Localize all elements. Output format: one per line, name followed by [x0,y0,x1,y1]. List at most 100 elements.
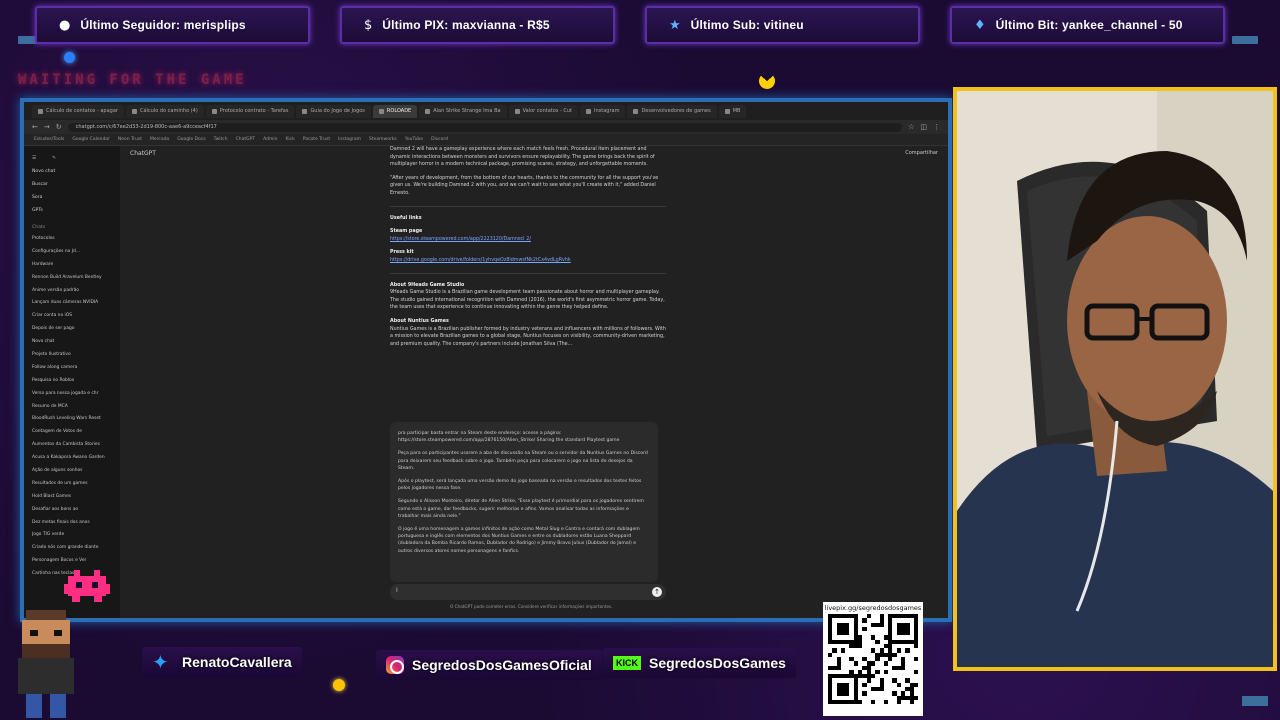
presskit-link[interactable]: https://drive.google.com/drive/folders/1… [390,258,571,263]
extensions-icon[interactable]: ◫ [920,123,927,131]
bookmark-item[interactable]: Google Calendar [72,137,110,142]
bookmark-item[interactable]: YouTube [405,137,423,142]
bookmark-item[interactable]: Discord [431,137,448,142]
model-selector[interactable]: ChatGPT [130,150,156,157]
message-composer[interactable]: I ↑ [390,584,666,600]
sidebar-history-item[interactable]: Configurações no Jd... [32,246,112,259]
browser-tab[interactable]: Desenvolvedores de games [627,104,717,118]
url-field[interactable]: chatgpt.com/c/67ee2d33-2d19-800c-aae6-a9… [67,122,903,132]
forward-icon[interactable]: → [44,123,50,131]
browser-tab[interactable]: Alan Strike Strange Ima Ba [419,104,507,118]
sidebar-history-item[interactable]: Verso para nossa jogada e chr [32,388,112,401]
browser-tab[interactable]: Instagram [580,104,626,118]
sidebar-history-item[interactable]: Pesquisa no Roblox [32,375,112,388]
decor-dot [64,52,75,63]
qr-code: livepix.gg/segredosdosgames [823,602,923,716]
bookmarks-bar: Estudos/Tools Google Calendar Neon Trust Me… [24,134,948,146]
browser-tab[interactable]: Protocolo contrato - Tarefas [205,104,295,118]
bookmark-item[interactable]: Twitch [214,137,228,142]
star-icon[interactable]: ☆ [908,123,914,131]
chat-main: ChatGPT Compartilhar Damned 2 will have … [120,146,948,618]
sidebar-history-item[interactable]: Aumentos da Cambista Stories [32,439,112,452]
social-name: RenatoCavallera [182,654,292,670]
bookmark-item[interactable]: Admin [263,137,277,142]
social-twitter: ✦ RenatoCavallera [142,647,302,677]
bookmark-item[interactable]: ChatGPT [236,137,255,142]
chatgpt-app: ☰ ✎ Novo chat Buscar Sora GPTs Chats Pro… [24,146,948,618]
quote-line: pra participar basta entrar na Steam des… [398,431,562,436]
alert-text: Último Bit: yankee_channel - 50 [995,18,1183,32]
sidebar-toggle[interactable]: ☰ ✎ [32,152,112,165]
overlay-decoration [1232,36,1258,44]
browser-tab[interactable]: Guia do Jogo de Jogos [296,104,371,118]
bookmark-item[interactable]: Instagram [338,137,361,142]
sidebar-item-search[interactable]: Buscar [32,178,112,191]
sidebar-history-item[interactable]: Novo chat [32,336,112,349]
sidebar-history-item[interactable]: BloodRush Leveling Wars Reset [32,413,112,426]
sidebar-item-new-chat[interactable]: Novo chat [32,165,112,178]
bookmark-item[interactable]: Mercado [150,137,169,142]
sidebar-history-item[interactable]: Resultados de um games [32,478,112,491]
sidebar-history-item[interactable]: Projeto Ilustrativo [32,349,112,362]
menu-icon[interactable]: ⋮ [933,123,940,131]
overlay-decoration [1242,696,1268,706]
sidebar-history-item[interactable]: Hold Blast Games [32,491,112,504]
sidebar-history-item[interactable]: Criar conta no iOS [32,310,112,323]
browser-tab[interactable]: Valor contatos - Cut [508,104,578,118]
back-icon[interactable]: ← [32,123,38,131]
sidebar-history-item[interactable]: Follow along camera [32,362,112,375]
social-name: SegredosDosGames [649,655,786,671]
sidebar-history-item[interactable]: Jogo TIG verde [32,529,112,542]
sidebar-history-item[interactable]: Resumo de MCA [32,401,112,414]
sidebar-history-item[interactable]: Rennon Build Aravelum Bentley [32,272,112,285]
tab-label: Cálculo do caminho (4) [139,108,198,114]
bookmark-item[interactable]: Steamworks [369,137,397,142]
browser-tab[interactable]: ROLOADE [372,104,418,118]
favicon-icon [425,108,431,114]
sidebar-history-item[interactable]: Hardware [32,259,112,272]
sidebar-history-item[interactable]: Dez metas finais dos anos [32,517,112,530]
sidebar-history-item[interactable]: Depois de ser pago [32,323,112,336]
sidebar-history-item[interactable]: Personagem Bocos e Ver [32,555,112,568]
about-studio-text: 9Heads Game Studio is a Brazilian game d… [390,290,665,311]
sidebar-item-gpts[interactable]: GPTs [32,204,112,217]
favicon-icon [633,108,639,114]
alert-text: Último Seguidor: merisplips [80,18,246,32]
browser-tab[interactable]: Cálculo de contatos - apagar [32,104,124,118]
bookmark-item[interactable]: Neon Trust [118,137,142,142]
about-nuntius-text: Nuntius Games is a Brazilian publisher f… [390,326,666,347]
favicon-icon [586,108,591,114]
bookmark-item[interactable]: Estudos/Tools [34,137,64,142]
sidebar-history-item[interactable]: Acusa a Kakapora Awano Garden [32,452,112,465]
send-icon[interactable]: ↑ [652,587,662,597]
sidebar-history-item[interactable]: Contagem de Votos de [32,426,112,439]
sidebar-history-item[interactable]: Lançam duas câmeras NVIDIA [32,297,112,310]
tab-label: Guia do Jogo de Jogos [310,108,365,114]
sidebar-item-sora[interactable]: Sora [32,191,112,204]
bookmark-item[interactable]: Pacote Trust [303,137,330,142]
share-button[interactable]: Compartilhar [905,150,938,156]
assistant-message: Damned 2 will have a gameplay experience… [390,146,666,354]
quote-line: https://store.steampowered.com/app/28761… [398,438,620,444]
browser-tab[interactable]: MB [718,104,747,118]
favicon-icon [302,108,308,114]
sidebar-history-item[interactable]: Protocolos [32,233,112,246]
bookmark-item[interactable]: Kick [285,137,294,142]
sidebar-history-item[interactable]: Anime versão padrão [32,285,112,298]
alert-last-follower: ● Último Seguidor: merisplips [35,6,310,44]
bookmark-item[interactable]: Google Docs [177,137,205,142]
steam-link[interactable]: https://store.steampowered.com/app/22231… [390,237,531,242]
sidebar-history-item[interactable]: Desafiar aos bons ao [32,504,112,517]
social-name: SegredosDosGamesOficial [412,657,592,673]
browser-tab[interactable]: Cálculo do caminho (4) [125,104,204,118]
composer-input[interactable]: I [396,587,398,594]
kick-icon: KICK [613,656,641,670]
disclaimer: O ChatGPT pode cometer erros. Considere … [450,604,613,609]
reload-icon[interactable]: ↻ [56,123,62,131]
diamond-icon: ♦ [974,17,986,33]
chat-paragraph: Damned 2 will have a gameplay experience… [390,147,655,168]
sidebar-history-item[interactable]: Criado nós com grande diante [32,542,112,555]
alert-last-pix: $ Último PIX: maxvianna - R$5 [340,6,615,44]
sidebar-history-item[interactable]: Ação de alguns sonhos [32,465,112,478]
chat-paragraph: "After years of development, from the bo… [390,175,659,196]
